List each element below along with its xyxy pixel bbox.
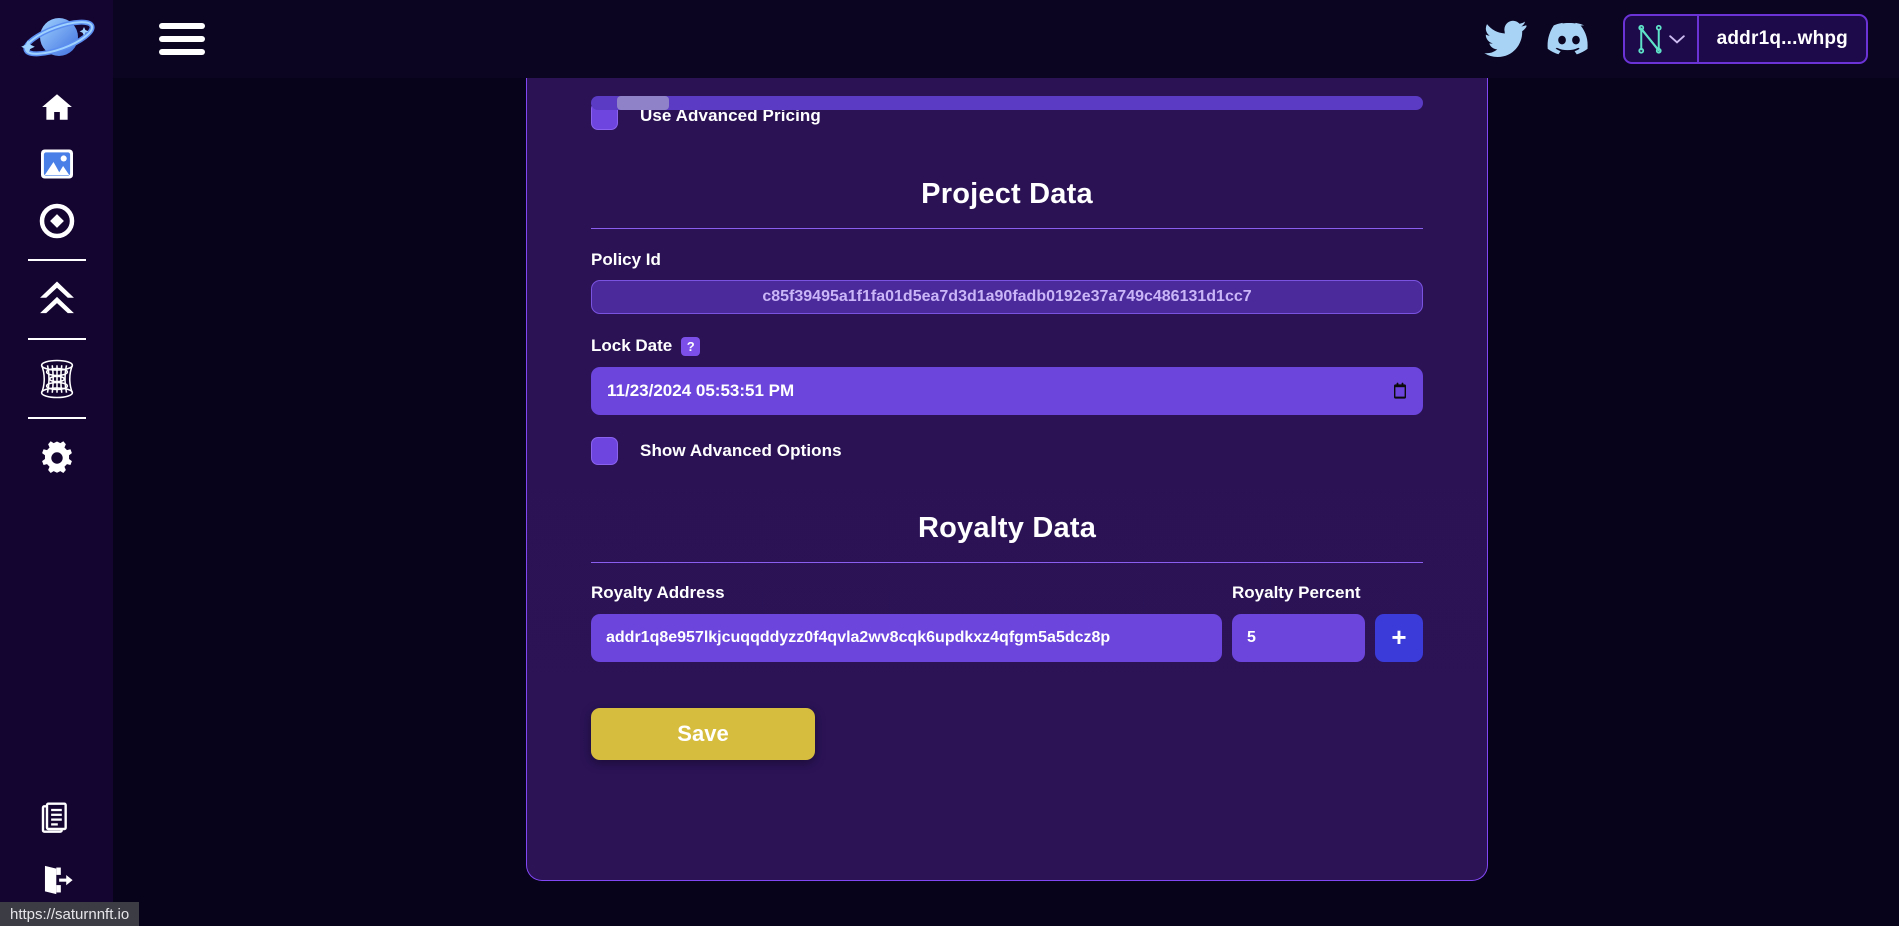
discord-link[interactable] xyxy=(1537,22,1601,56)
settings-card: Use Advanced Pricing Project Data Policy… xyxy=(526,78,1488,881)
add-royalty-button[interactable]: + xyxy=(1375,614,1423,662)
sidebar-item-mint[interactable] xyxy=(0,271,113,328)
save-button[interactable]: Save xyxy=(591,708,815,760)
show-advanced-options-label: Show Advanced Options xyxy=(640,441,842,460)
royalty-address-input[interactable] xyxy=(591,614,1222,662)
nami-wallet-icon xyxy=(1637,24,1662,54)
topbar-actions: addr1q...whpg xyxy=(1473,14,1899,64)
pricing-slider-thumb[interactable] xyxy=(617,96,669,110)
royalty-data-heading: Royalty Data xyxy=(917,512,1097,544)
royalty-percent-field: Royalty Percent xyxy=(1232,583,1365,662)
sidebar-bottom-group xyxy=(0,790,113,908)
sidebar xyxy=(0,0,113,926)
status-bar-url: https://saturnnft.io xyxy=(0,902,140,926)
target-circle-icon xyxy=(39,203,74,238)
policy-id-value[interactable]: c85f39495a1f1fa01d5ea7d3d1a90fadb0192e37… xyxy=(591,280,1423,314)
home-icon xyxy=(41,93,72,120)
lock-date-help-icon[interactable]: ? xyxy=(681,336,701,356)
gear-icon xyxy=(41,440,72,473)
sidebar-item-logout[interactable] xyxy=(0,851,113,908)
royalty-percent-input[interactable] xyxy=(1232,614,1365,662)
discord-icon xyxy=(1547,22,1588,55)
hamburger-bar-2 xyxy=(159,36,205,42)
sidebar-item-gallery[interactable] xyxy=(0,135,113,192)
wallet-chip[interactable]: addr1q...whpg xyxy=(1622,14,1868,64)
lock-date-value: 11/23/2024 05:53:51 PM xyxy=(607,381,795,400)
sidebar-divider-2 xyxy=(27,338,86,340)
sidebar-item-portal[interactable] xyxy=(0,350,113,407)
documents-icon xyxy=(41,801,67,833)
sidebar-divider-1 xyxy=(27,259,86,261)
policy-id-field: Policy Id c85f39495a1f1fa01d5ea7d3d1a90f… xyxy=(591,250,1423,314)
chevron-down-icon xyxy=(1668,34,1685,44)
pricing-slider-cutoff[interactable] xyxy=(591,96,1423,110)
lock-date-label: Lock Date ? xyxy=(591,336,1423,356)
royalty-data-divider xyxy=(591,562,1423,563)
brand-logo[interactable] xyxy=(0,0,113,78)
sidebar-item-settings[interactable] xyxy=(0,429,113,486)
sidebar-item-home[interactable] xyxy=(0,78,113,135)
project-data-heading: Project Data xyxy=(921,178,1093,210)
app-root: addr1q...whpg Use Advanced Pricing Proje… xyxy=(0,0,1899,926)
show-advanced-options-row[interactable]: Show Advanced Options xyxy=(591,437,1423,465)
topbar: addr1q...whpg xyxy=(113,0,1899,78)
sidebar-item-docs[interactable] xyxy=(0,790,113,847)
royalty-entry-row: Royalty Address Royalty Percent + xyxy=(591,583,1423,662)
hamburger-bar-1 xyxy=(159,23,205,29)
policy-id-label: Policy Id xyxy=(591,250,661,269)
royalty-address-label: Royalty Address xyxy=(591,583,725,602)
sidebar-item-token[interactable] xyxy=(0,192,113,249)
show-advanced-options-checkbox[interactable] xyxy=(591,437,618,465)
logout-icon xyxy=(44,865,73,894)
double-chevron-up-icon xyxy=(39,281,74,313)
lock-date-label-text: Lock Date xyxy=(591,336,673,355)
wormhole-icon xyxy=(40,359,73,398)
hamburger-bar-3 xyxy=(159,49,205,55)
saturn-planet-logo xyxy=(20,18,95,57)
project-data-divider xyxy=(591,228,1423,229)
settings-card-inner: Use Advanced Pricing Project Data Policy… xyxy=(527,96,1487,880)
calendar-icon[interactable] xyxy=(1393,382,1407,400)
lock-date-input[interactable]: 11/23/2024 05:53:51 PM xyxy=(591,367,1423,415)
hamburger-icon[interactable] xyxy=(159,16,205,62)
royalty-percent-label: Royalty Percent xyxy=(1232,583,1361,602)
wallet-selector[interactable] xyxy=(1625,16,1699,62)
twitter-icon xyxy=(1483,20,1527,58)
image-icon xyxy=(40,148,73,179)
twitter-link[interactable] xyxy=(1473,20,1537,58)
royalty-address-field: Royalty Address xyxy=(591,583,1222,662)
lock-date-field: Lock Date ? 11/23/2024 05:53:51 PM xyxy=(591,336,1423,415)
sidebar-divider-3 xyxy=(27,417,86,419)
wallet-address-label[interactable]: addr1q...whpg xyxy=(1699,16,1866,62)
main-content: Use Advanced Pricing Project Data Policy… xyxy=(113,78,1899,926)
